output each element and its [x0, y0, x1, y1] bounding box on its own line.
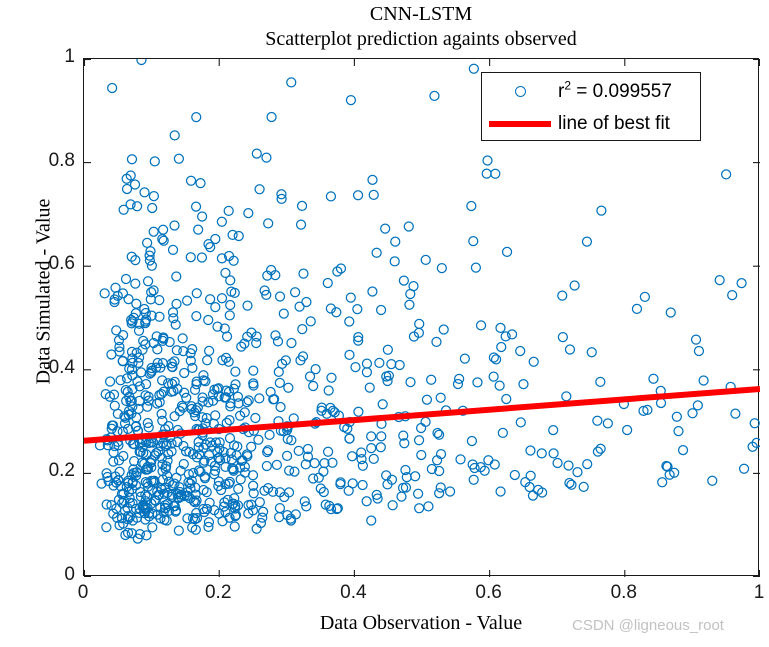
x-tick-label: 0.4 [340, 582, 367, 603]
y-tick-label: 1 [64, 46, 75, 67]
legend-entry-best-fit: line of best fit [482, 107, 702, 140]
x-tick-label: 0 [77, 582, 89, 603]
y-axis-label: Data Simulated - Value [32, 198, 55, 385]
figure-canvas: CNN-LSTM Scatterplot prediction againts … [0, 0, 769, 647]
chart-title: CNN-LSTM [369, 3, 473, 25]
legend-marker-circle-icon [482, 77, 558, 107]
watermark-text: CSDN @ligneous_root [572, 617, 724, 634]
x-tick-label: 0.8 [610, 582, 637, 603]
legend-marker-line-icon [482, 109, 558, 139]
x-tick-label: 0.2 [204, 582, 232, 603]
x-tick-label: 1 [753, 582, 765, 603]
legend-label-r-squared: r2 = 0.099557 [558, 78, 672, 102]
legend-entry-r-squared: r2 = 0.099557 [482, 75, 702, 108]
legend-label-best-fit: line of best fit [558, 113, 670, 134]
y-tick-label: 0.2 [48, 460, 75, 482]
chart-subtitle: Scatterplot prediction againts observed [265, 28, 577, 50]
x-tick-label: 0.6 [475, 582, 502, 603]
chart-legend: r2 = 0.099557 line of best fit [481, 72, 701, 141]
